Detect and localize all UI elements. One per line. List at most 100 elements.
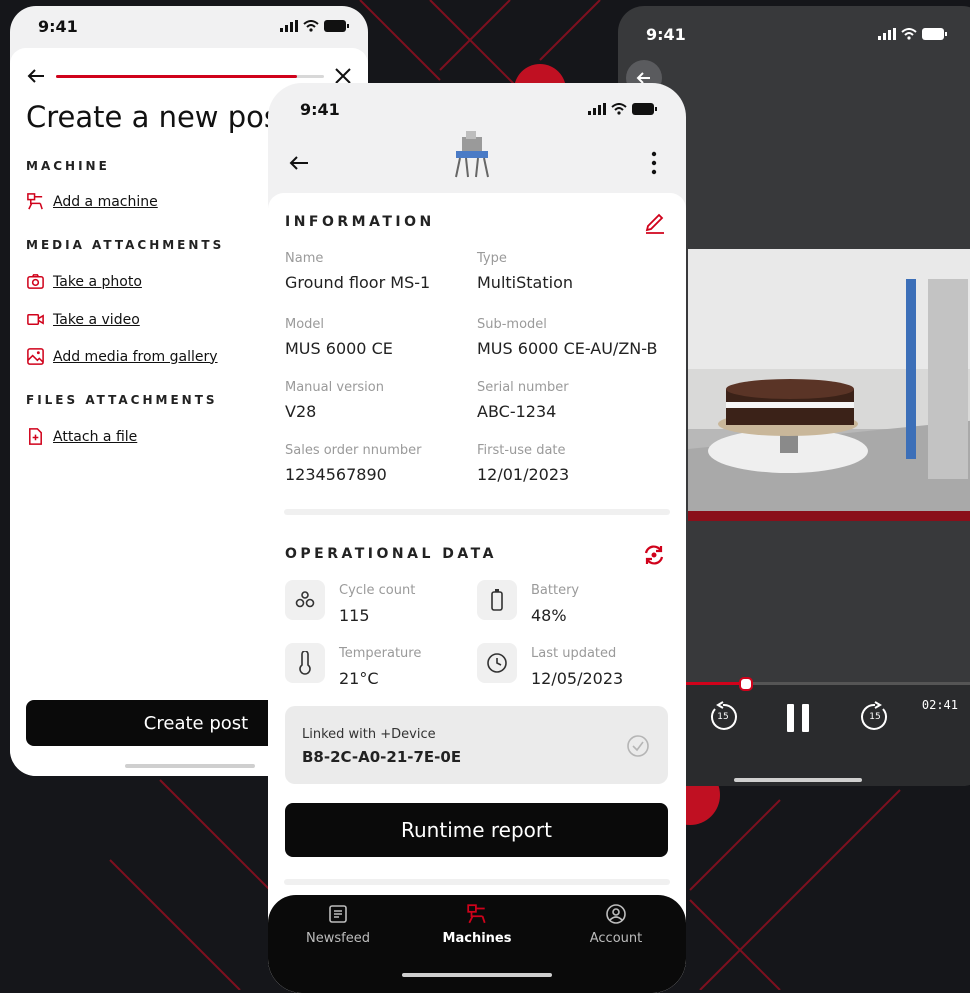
temperature-icon-box — [285, 643, 325, 683]
runtime-report-button[interactable]: Runtime report — [285, 803, 668, 857]
back-arrow-icon[interactable] — [26, 66, 46, 86]
linked-device-id: B8-2C-A0-21-7E-0E — [302, 748, 462, 766]
status-icons — [280, 20, 350, 32]
newsfeed-icon — [329, 905, 347, 923]
last-updated-label: Last updated — [531, 646, 617, 661]
machine-detail-sheet: INFORMATION Name Ground floor MS-1 Type … — [268, 193, 686, 993]
last-updated-value: 12/05/2023 — [531, 669, 624, 688]
add-machine-link[interactable]: Add a machine — [26, 192, 158, 211]
take-video-link[interactable]: Take a video — [26, 310, 140, 329]
status-bar: 9:41 — [10, 6, 368, 46]
cake-video-image — [688, 249, 970, 521]
battery-status-icon — [632, 103, 657, 115]
add-media-gallery-label: Add media from gallery — [53, 348, 218, 365]
linked-device-card[interactable]: Linked with +Device B8-2C-A0-21-7E-0E — [285, 706, 668, 784]
rewind-15-button[interactable]: 15 — [706, 700, 740, 734]
wifi-icon — [901, 28, 917, 40]
rewind-seconds: 15 — [717, 712, 729, 722]
gallery-icon — [27, 348, 44, 365]
field-label-serial-number: Serial number — [477, 380, 569, 395]
battery-icon-box — [477, 580, 517, 620]
wifi-icon — [303, 20, 319, 32]
status-bar: 9:41 — [618, 14, 970, 54]
video-scrubber[interactable] — [678, 677, 970, 691]
status-icons — [588, 103, 658, 115]
add-media-gallery-link[interactable]: Add media from gallery — [26, 347, 218, 366]
field-value-name: Ground floor MS-1 — [285, 273, 431, 292]
field-value-model: MUS 6000 CE — [285, 339, 393, 358]
operational-data-heading: OPERATIONAL DATA — [285, 546, 497, 562]
information-heading: INFORMATION — [285, 214, 435, 230]
status-time: 9:41 — [646, 24, 686, 44]
attach-file-link[interactable]: Attach a file — [26, 427, 137, 446]
field-value-type: MultiStation — [477, 273, 573, 292]
pause-icon — [787, 704, 809, 732]
video-camera-icon — [27, 313, 44, 326]
section-heading-files: FILES ATTACHMENTS — [26, 393, 218, 407]
bottom-tab-bar: Newsfeed Machines Account — [268, 895, 686, 993]
field-label-manual-version: Manual version — [285, 380, 384, 395]
battery-status-icon — [324, 20, 349, 32]
page-title: Create a new post — [26, 100, 291, 134]
field-label-name: Name — [285, 251, 324, 266]
battery-label: Battery — [531, 583, 580, 598]
last-updated-icon-box — [477, 643, 517, 683]
scrubber-knob[interactable] — [739, 677, 754, 691]
field-value-sales-order: 1234567890 — [285, 465, 387, 484]
battery-icon — [491, 589, 503, 611]
status-time: 9:41 — [300, 99, 340, 119]
section-heading-machine: MACHINE — [26, 159, 110, 173]
temperature-value: 21°C — [339, 669, 379, 688]
more-options-icon[interactable] — [650, 151, 658, 175]
home-indicator — [402, 973, 552, 977]
check-circle-icon — [627, 735, 649, 757]
field-value-sub-model: MUS 6000 CE-AU/ZN-B — [477, 339, 658, 358]
status-icons — [878, 28, 948, 40]
field-value-first-use-date: 12/01/2023 — [477, 465, 570, 484]
progress-bar — [56, 74, 324, 78]
machine-icon — [27, 193, 43, 210]
battery-value: 48% — [531, 606, 567, 625]
thermometer-icon — [299, 651, 311, 675]
status-bar: 9:41 — [268, 89, 686, 129]
back-arrow-icon[interactable] — [288, 153, 310, 173]
field-label-sales-order: Sales order nnumber — [285, 443, 422, 458]
machine-icon — [467, 904, 486, 924]
camera-icon — [27, 274, 44, 289]
machine-header — [268, 127, 686, 187]
refresh-icon[interactable] — [642, 543, 666, 567]
battery-status-icon — [922, 28, 947, 40]
video-frame[interactable] — [688, 249, 970, 521]
field-label-type: Type — [477, 251, 507, 266]
take-video-label: Take a video — [53, 311, 140, 328]
account-icon — [606, 904, 626, 924]
section-divider — [284, 509, 670, 515]
home-indicator — [125, 764, 255, 768]
section-divider — [284, 879, 670, 885]
tab-machines-label: Machines — [442, 931, 512, 946]
signal-icon — [588, 103, 606, 115]
temperature-label: Temperature — [339, 646, 422, 661]
tab-account[interactable]: Account — [556, 903, 676, 946]
video-controls: 15 15 02:41 — [678, 677, 970, 786]
edit-pencil-icon[interactable] — [644, 210, 666, 234]
field-label-sub-model: Sub-model — [477, 317, 547, 332]
tab-account-label: Account — [589, 931, 643, 946]
status-time: 9:41 — [38, 16, 78, 36]
attach-file-label: Attach a file — [53, 428, 138, 445]
cycle-count-value: 115 — [339, 606, 370, 625]
wifi-icon — [611, 103, 627, 115]
clock-icon — [487, 653, 507, 673]
field-value-manual-version: V28 — [285, 402, 317, 421]
tab-machines[interactable]: Machines — [417, 903, 537, 946]
field-label-model: Model — [285, 317, 325, 332]
signal-icon — [878, 28, 896, 40]
drops-icon — [295, 591, 315, 608]
pause-button[interactable] — [778, 698, 818, 738]
signal-icon — [280, 20, 298, 32]
add-machine-label: Add a machine — [53, 193, 158, 210]
take-photo-link[interactable]: Take a photo — [26, 272, 142, 291]
machine-detail-screen: 9:41 INFORMATION Name Ground floor MS-1 … — [268, 83, 686, 993]
forward-15-button[interactable]: 15 — [858, 700, 892, 734]
tab-newsfeed[interactable]: Newsfeed — [278, 903, 398, 946]
